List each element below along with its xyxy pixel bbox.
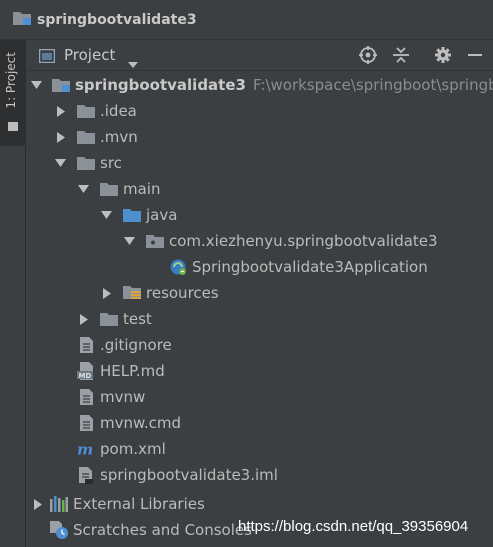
resources-folder-icon	[123, 285, 141, 301]
folder-icon	[77, 155, 95, 171]
tree-node-label: .mvn	[100, 128, 138, 146]
tree-node-label: Scratches and Consoles	[73, 521, 252, 539]
gear-icon[interactable]	[434, 46, 452, 68]
libraries-icon	[50, 496, 68, 512]
window-title: springbootvalidate3	[37, 11, 197, 28]
chevron-right-icon[interactable]	[54, 131, 67, 144]
tree-node-label: springbootvalidate3	[75, 76, 246, 94]
tree-node-label: resources	[146, 284, 219, 302]
svg-text:m: m	[77, 441, 93, 457]
text-file-icon	[77, 337, 95, 353]
tree-node-label: mvnw	[100, 388, 146, 406]
minimize-icon[interactable]	[467, 46, 483, 68]
collapse-all-icon[interactable]	[392, 46, 410, 68]
tree-node-iml[interactable]: springbootvalidate3.iml	[27, 462, 493, 488]
folder-icon	[77, 103, 95, 119]
project-folder-icon	[13, 10, 31, 29]
window-titlebar: springbootvalidate3	[0, 0, 493, 40]
crosshair-icon[interactable]	[359, 46, 377, 68]
project-view-selector[interactable]: Project	[64, 46, 115, 64]
tree-node-main[interactable]: main	[27, 176, 493, 202]
chevron-right-icon[interactable]	[54, 105, 67, 118]
tree-node-mvnw[interactable]: mvnw	[27, 384, 493, 410]
tree-node-label: External Libraries	[73, 495, 205, 513]
tree-node-label: src	[100, 154, 122, 172]
tree-node-help-md[interactable]: MD HELP.md	[27, 358, 493, 384]
tree-node-label: .idea	[100, 102, 137, 120]
chevron-down-icon[interactable]	[123, 235, 136, 248]
project-toolbar: Project	[27, 40, 493, 71]
project-tool-tab-label: 1: Project	[4, 52, 18, 109]
project-path: F:\workspace\springboot\springbo	[252, 76, 493, 94]
module-folder-icon	[52, 77, 70, 93]
tree-node-application-class[interactable]: Springbootvalidate3Application	[27, 254, 493, 280]
tree-node-gitignore[interactable]: .gitignore	[27, 332, 493, 358]
package-icon	[146, 233, 164, 249]
project-tool-tab[interactable]: 1: Project	[0, 40, 26, 146]
tree-node-label: java	[146, 206, 178, 224]
chevron-down-icon[interactable]	[54, 157, 67, 170]
markdown-file-icon: MD	[77, 362, 95, 380]
chevron-right-icon[interactable]	[77, 313, 90, 326]
chevron-right-icon[interactable]	[100, 287, 113, 300]
project-tree: springbootvalidate3 F:\workspace\springb…	[27, 71, 493, 547]
tree-node-label: com.xiezhenyu.springbootvalidate3	[169, 232, 438, 250]
folder-icon	[77, 129, 95, 145]
chevron-right-icon[interactable]	[31, 498, 44, 511]
module-file-icon	[77, 466, 95, 484]
chevron-down-icon[interactable]	[77, 183, 90, 196]
tree-node-resources[interactable]: resources	[27, 280, 493, 306]
maven-icon: m	[77, 441, 95, 457]
tree-node-label: HELP.md	[100, 362, 165, 380]
project-view-icon	[38, 48, 56, 67]
tree-node-label: pom.xml	[100, 440, 166, 458]
tree-node-test[interactable]: test	[27, 306, 493, 332]
svg-text:MD: MD	[79, 372, 92, 380]
project-tool-tab-icon	[8, 122, 18, 131]
spring-boot-class-icon	[169, 259, 187, 275]
tree-node-idea[interactable]: .idea	[27, 98, 493, 124]
tree-node-label: main	[123, 180, 161, 198]
tree-node-label: .gitignore	[100, 336, 172, 354]
text-file-icon	[77, 415, 95, 431]
tree-node-pom-xml[interactable]: m pom.xml	[27, 436, 493, 462]
tree-node-package[interactable]: com.xiezhenyu.springbootvalidate3	[27, 228, 493, 254]
tree-node-external-libraries[interactable]: External Libraries	[27, 491, 493, 517]
folder-icon	[100, 311, 118, 327]
tree-node-label: mvnw.cmd	[100, 414, 182, 432]
folder-icon	[100, 181, 118, 197]
tree-node-root[interactable]: springbootvalidate3 F:\workspace\springb…	[27, 72, 493, 98]
watermark-url: https://blog.csdn.net/qq_39356904	[238, 518, 469, 535]
tree-node-label: test	[123, 310, 152, 328]
chevron-down-icon[interactable]	[100, 209, 113, 222]
tree-node-java[interactable]: java	[27, 202, 493, 228]
scratches-icon	[50, 521, 68, 539]
tree-node-mvn[interactable]: .mvn	[27, 124, 493, 150]
tree-node-label: springbootvalidate3.iml	[100, 466, 278, 484]
source-folder-icon	[123, 207, 141, 223]
chevron-down-icon[interactable]	[128, 53, 138, 72]
tree-node-mvnw-cmd[interactable]: mvnw.cmd	[27, 410, 493, 436]
text-file-icon	[77, 389, 95, 405]
tree-node-label: Springbootvalidate3Application	[192, 258, 428, 276]
tree-node-src[interactable]: src	[27, 150, 493, 176]
chevron-down-icon[interactable]	[31, 79, 42, 92]
